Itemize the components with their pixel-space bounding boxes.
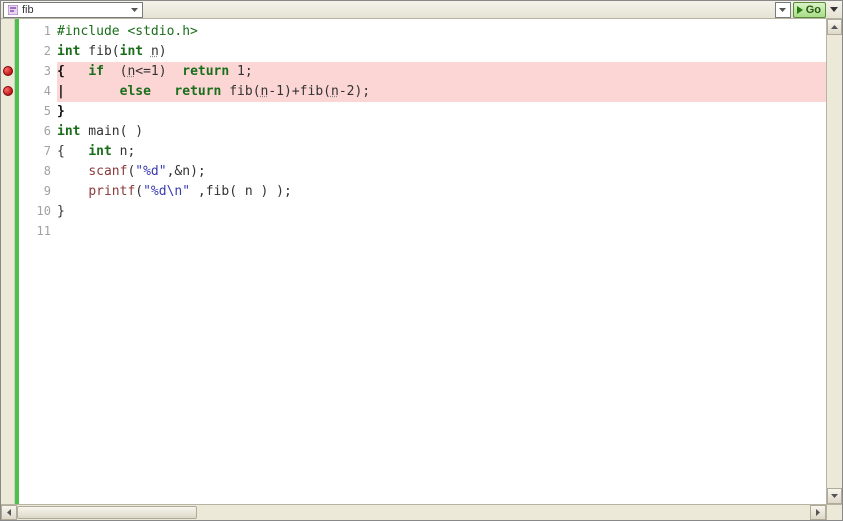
code-line[interactable]: 11 <box>19 221 826 241</box>
function-dropdown[interactable]: fib <box>3 2 143 18</box>
chevron-down-icon <box>128 4 140 16</box>
line-number: 8 <box>19 161 57 181</box>
go-button[interactable]: Go <box>793 2 826 18</box>
code-line[interactable]: 5} <box>19 101 826 121</box>
hscroll-track[interactable] <box>197 505 810 520</box>
vscroll-track[interactable] <box>827 35 842 488</box>
line-number: 9 <box>19 181 57 201</box>
chevron-down-icon <box>779 8 786 12</box>
secondary-dropdown[interactable] <box>775 2 791 18</box>
editor-toolbar: fib Go <box>1 1 842 19</box>
play-icon <box>797 6 803 14</box>
line-number: 11 <box>19 221 57 241</box>
line-number: 6 <box>19 121 57 141</box>
code-content[interactable]: } <box>57 102 826 122</box>
code-line[interactable]: 6int main( ) <box>19 121 826 141</box>
code-content[interactable]: } <box>57 202 826 222</box>
code-content[interactable]: int main( ) <box>57 122 826 142</box>
scroll-up-button[interactable] <box>827 19 842 35</box>
code-line[interactable]: 9 printf("%d\n" ,fib( n ) ); <box>19 181 826 201</box>
code-line[interactable]: 10} <box>19 201 826 221</box>
code-line[interactable]: 4| else return fib(n-1)+fib(n-2); <box>19 81 826 101</box>
code-line[interactable]: 3{ if (n<=1) return 1; <box>19 61 826 81</box>
code-viewport[interactable]: 1#include <stdio.h>2int fib(int n)3{ if … <box>19 19 826 504</box>
scrollbar-corner <box>826 504 842 520</box>
horizontal-scrollbar[interactable] <box>1 504 826 520</box>
function-icon <box>8 5 18 15</box>
code-content[interactable]: #include <stdio.h> <box>57 22 826 42</box>
code-line[interactable]: 8 scanf("%d",&n); <box>19 161 826 181</box>
code-line[interactable]: 1#include <stdio.h> <box>19 21 826 41</box>
vertical-scrollbar[interactable] <box>826 19 842 504</box>
code-content[interactable]: { if (n<=1) return 1; <box>57 62 826 82</box>
go-button-label: Go <box>806 4 821 16</box>
scroll-right-button[interactable] <box>810 505 826 520</box>
line-number: 7 <box>19 141 57 161</box>
line-number: 1 <box>19 21 57 41</box>
code-content[interactable]: int fib(int n) <box>57 42 826 62</box>
go-dropdown-arrow[interactable] <box>830 7 838 12</box>
marker-gutter[interactable] <box>1 19 15 504</box>
line-number: 4 <box>19 81 57 101</box>
code-line[interactable]: 7{ int n; <box>19 141 826 161</box>
editor-area: 1#include <stdio.h>2int fib(int n)3{ if … <box>1 19 842 504</box>
breakpoint-marker[interactable] <box>3 66 13 76</box>
code-content[interactable]: | else return fib(n-1)+fib(n-2); <box>57 82 826 102</box>
scroll-down-button[interactable] <box>827 488 842 504</box>
code-content[interactable]: { int n; <box>57 142 826 162</box>
code-line[interactable]: 2int fib(int n) <box>19 41 826 61</box>
scroll-left-button[interactable] <box>1 505 17 520</box>
bottom-scroll-row <box>1 504 842 520</box>
function-dropdown-label: fib <box>22 4 34 16</box>
line-number: 3 <box>19 61 57 81</box>
code-content[interactable]: scanf("%d",&n); <box>57 162 826 182</box>
line-number: 10 <box>19 201 57 221</box>
ide-window: fib Go 1#include <stdio.h>2int fib(int n… <box>0 0 843 521</box>
breakpoint-marker[interactable] <box>3 86 13 96</box>
code-content[interactable]: printf("%d\n" ,fib( n ) ); <box>57 182 826 202</box>
line-number: 5 <box>19 101 57 121</box>
hscroll-thumb[interactable] <box>17 506 197 519</box>
line-number: 2 <box>19 41 57 61</box>
